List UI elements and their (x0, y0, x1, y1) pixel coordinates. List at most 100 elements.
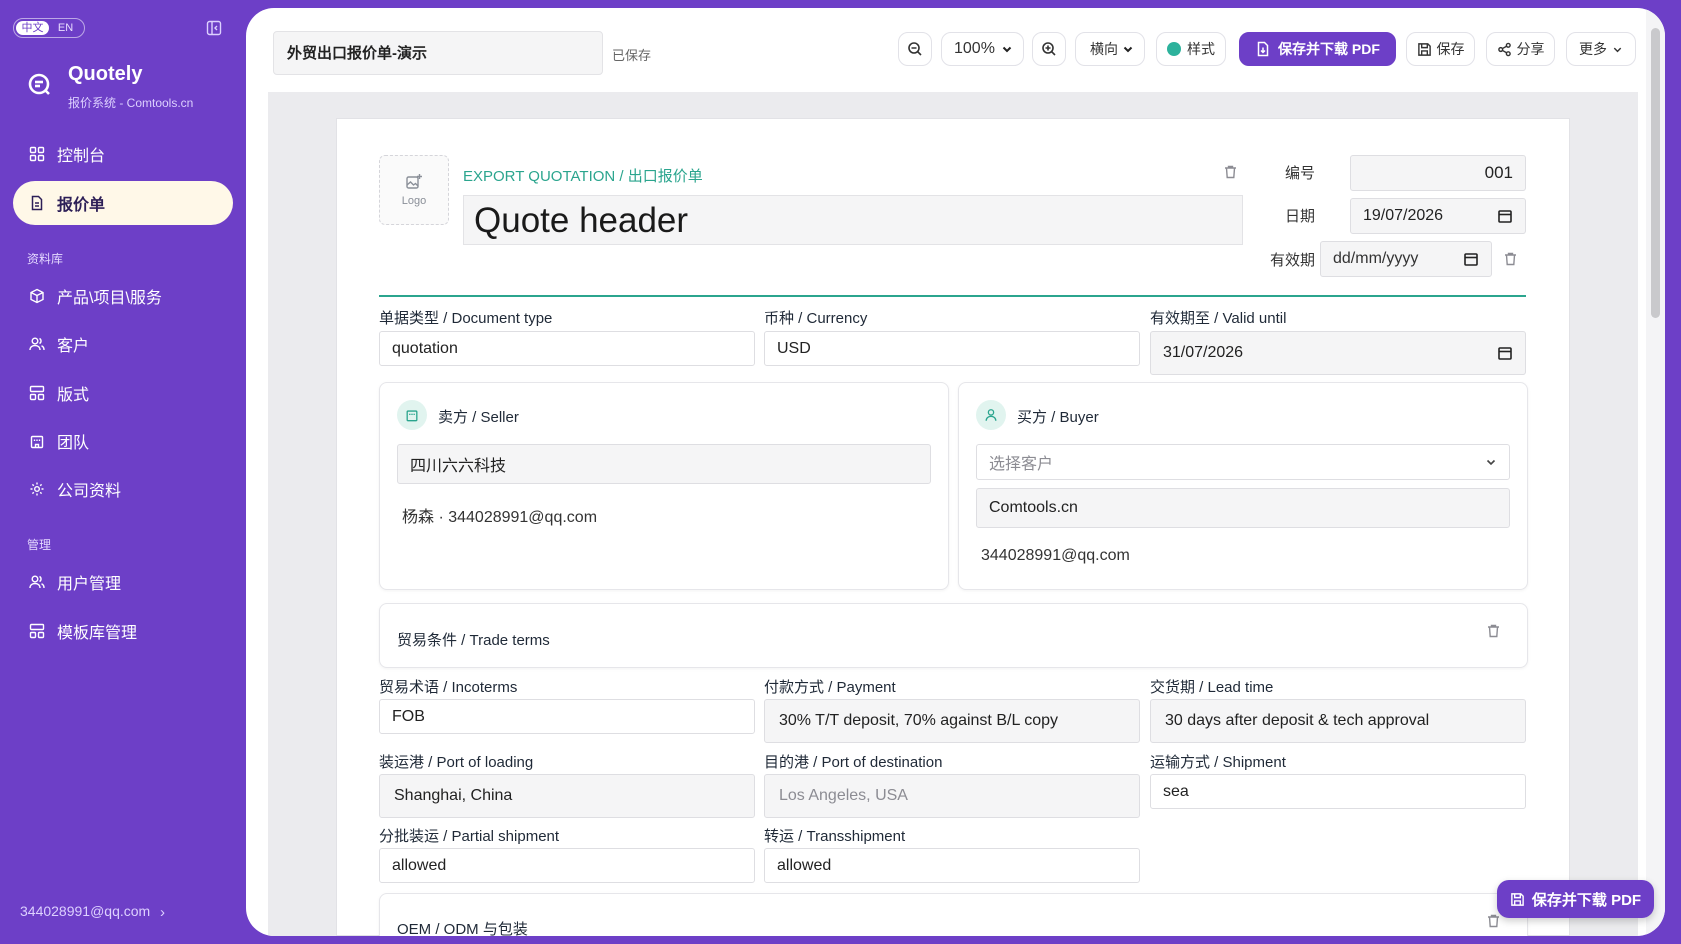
calendar-icon (1498, 347, 1512, 360)
transshipment-label: 转运 / Transshipment (764, 828, 906, 845)
sidebar-item-user-management[interactable]: 用户管理 (13, 560, 233, 604)
sidebar-item-company[interactable]: 公司资料 (13, 467, 233, 511)
seller-name-input[interactable]: 四川六六科技 (397, 444, 931, 484)
scrollbar[interactable] (1646, 8, 1665, 936)
incoterms-label: 贸易术语 / Incoterms (379, 679, 518, 696)
trash-icon[interactable] (1487, 914, 1501, 928)
orientation-select[interactable]: 横向 (1075, 32, 1145, 66)
doc-type-input[interactable]: quotation (379, 331, 755, 366)
zoom-select[interactable]: 100% (941, 32, 1024, 66)
brand-title: Quotely (68, 63, 143, 85)
style-label: 样式 (1187, 41, 1215, 57)
layout-icon (27, 383, 47, 403)
user-email[interactable]: 344028991@qq.com (20, 903, 150, 919)
file-download-icon (1257, 41, 1269, 57)
number-input[interactable]: 001 (1350, 155, 1526, 191)
sidebar-item-dashboard[interactable]: 控制台 (13, 132, 233, 176)
style-button[interactable]: 样式 (1156, 32, 1226, 66)
seller-contact: 杨森 · 344028991@qq.com (402, 509, 598, 526)
sidebar-item-label: 用户管理 (57, 576, 122, 593)
chevron-down-icon (1002, 46, 1012, 53)
payment-input[interactable]: 30% T/T deposit, 70% against B/L copy (764, 699, 1140, 743)
more-label: 更多 (1579, 41, 1607, 57)
date-label: 日期 (1284, 208, 1315, 225)
sidebar-item-label: 产品\项目\服务 (57, 290, 162, 307)
quote-eyebrow: EXPORT QUOTATION / 出口报价单 (463, 168, 703, 185)
port-destination-label: 目的港 / Port of destination (764, 754, 943, 771)
valid-until-value: 31/07/2026 (1163, 344, 1244, 361)
sidebar-item-layouts[interactable]: 版式 (13, 371, 233, 415)
zoom-in-button[interactable] (1032, 32, 1066, 66)
logo-upload[interactable]: Logo (379, 155, 449, 225)
sidebar-item-products[interactable]: 产品\项目\服务 (13, 274, 233, 318)
lead-time-input[interactable]: 30 days after deposit & tech approval (1150, 699, 1526, 743)
document-title-input[interactable]: 外贸出口报价单-演示 (273, 31, 603, 75)
orientation-value: 横向 (1090, 41, 1118, 57)
save-download-pdf-button[interactable]: 保存并下载 PDF (1239, 32, 1396, 66)
zoom-out-button[interactable] (898, 32, 932, 66)
sidebar-item-quotes[interactable]: 报价单 (13, 181, 233, 225)
sidebar-collapse-icon[interactable] (206, 20, 224, 38)
sidebar-item-template-library[interactable]: 模板库管理 (13, 609, 233, 653)
users-icon (27, 572, 47, 592)
share-button[interactable]: 分享 (1486, 32, 1555, 66)
floating-save-pdf-label: 保存并下载 PDF (1531, 891, 1642, 909)
image-add-icon (406, 174, 422, 189)
sidebar-item-label: 控制台 (57, 148, 106, 165)
save-download-pdf-label: 保存并下载 PDF (1278, 41, 1380, 57)
layout-icon (27, 621, 47, 641)
sidebar-item-customers[interactable]: 客户 (13, 322, 233, 366)
main-panel: 外贸出口报价单-演示 已保存 100% 横向 样式 保存并下载 PDF 保存 分… (246, 8, 1665, 936)
transshipment-input[interactable]: allowed (764, 848, 1140, 883)
logo-label: Logo (401, 195, 427, 207)
more-menu-button[interactable]: 更多 (1566, 32, 1636, 66)
trade-terms-card: 贸易条件 / Trade terms (379, 603, 1528, 668)
trash-icon[interactable] (1487, 624, 1501, 638)
users-icon (27, 334, 47, 354)
floating-save-pdf-button[interactable]: 保存并下载 PDF (1497, 880, 1654, 918)
chevron-down-icon (1613, 47, 1622, 52)
customer-select[interactable]: 选择客户 (976, 444, 1510, 480)
brand-subtitle: 报价系统 - Comtools.cn (68, 96, 194, 110)
cube-icon (27, 286, 47, 306)
valid-until-input[interactable]: 31/07/2026 (1150, 331, 1526, 375)
lang-zh[interactable]: 中文 (16, 21, 49, 35)
save-button[interactable]: 保存 (1406, 32, 1475, 66)
zoom-out-icon (908, 42, 922, 56)
dashboard-icon (27, 144, 47, 164)
port-loading-label: 装运港 / Port of loading (379, 754, 534, 771)
currency-input[interactable]: USD (764, 331, 1140, 366)
port-loading-input[interactable]: Shanghai, China (379, 774, 755, 818)
validity-date-input[interactable]: dd/mm/yyyy (1320, 241, 1492, 277)
buyer-name-input[interactable]: Comtools.cn (976, 488, 1510, 528)
calendar-icon (1464, 253, 1478, 266)
quotely-logo-icon (26, 71, 54, 99)
trash-icon[interactable] (1504, 252, 1518, 266)
buyer-card: 买方 / Buyer 选择客户 Comtools.cn 344028991@qq… (958, 382, 1528, 590)
date-input[interactable]: 19/07/2026 (1350, 198, 1526, 234)
shipment-label: 运输方式 / Shipment (1150, 754, 1286, 771)
partial-shipment-input[interactable]: allowed (379, 848, 755, 883)
sidebar-item-team[interactable]: 团队 (13, 419, 233, 463)
document-icon (27, 193, 47, 213)
scrollbar-thumb[interactable] (1651, 28, 1660, 318)
buyer-title: 买方 / Buyer (1017, 409, 1099, 426)
port-destination-input[interactable]: Los Angeles, USA (764, 774, 1140, 818)
calendar-icon (1498, 210, 1512, 223)
oem-title: OEM / ODM 与包装 (397, 921, 528, 936)
quote-sheet: Logo EXPORT QUOTATION / 出口报价单 Quote head… (336, 118, 1570, 936)
doc-type-label: 单据类型 / Document type (379, 310, 553, 327)
incoterms-input[interactable]: FOB (379, 699, 755, 734)
seller-title: 卖方 / Seller (438, 409, 519, 426)
share-label: 分享 (1516, 41, 1545, 57)
trash-icon[interactable] (1224, 165, 1238, 179)
save-icon (1511, 892, 1524, 906)
chevron-right-icon[interactable]: › (160, 904, 165, 921)
shipment-input[interactable]: sea (1150, 774, 1526, 809)
sidebar-item-label: 版式 (57, 387, 90, 404)
lang-en[interactable]: EN (49, 21, 82, 35)
section-library: 资料库 (27, 252, 64, 266)
save-label: 保存 (1436, 41, 1465, 57)
quote-header-input[interactable]: Quote header (463, 195, 1243, 245)
language-toggle[interactable]: 中文 EN (13, 18, 85, 38)
